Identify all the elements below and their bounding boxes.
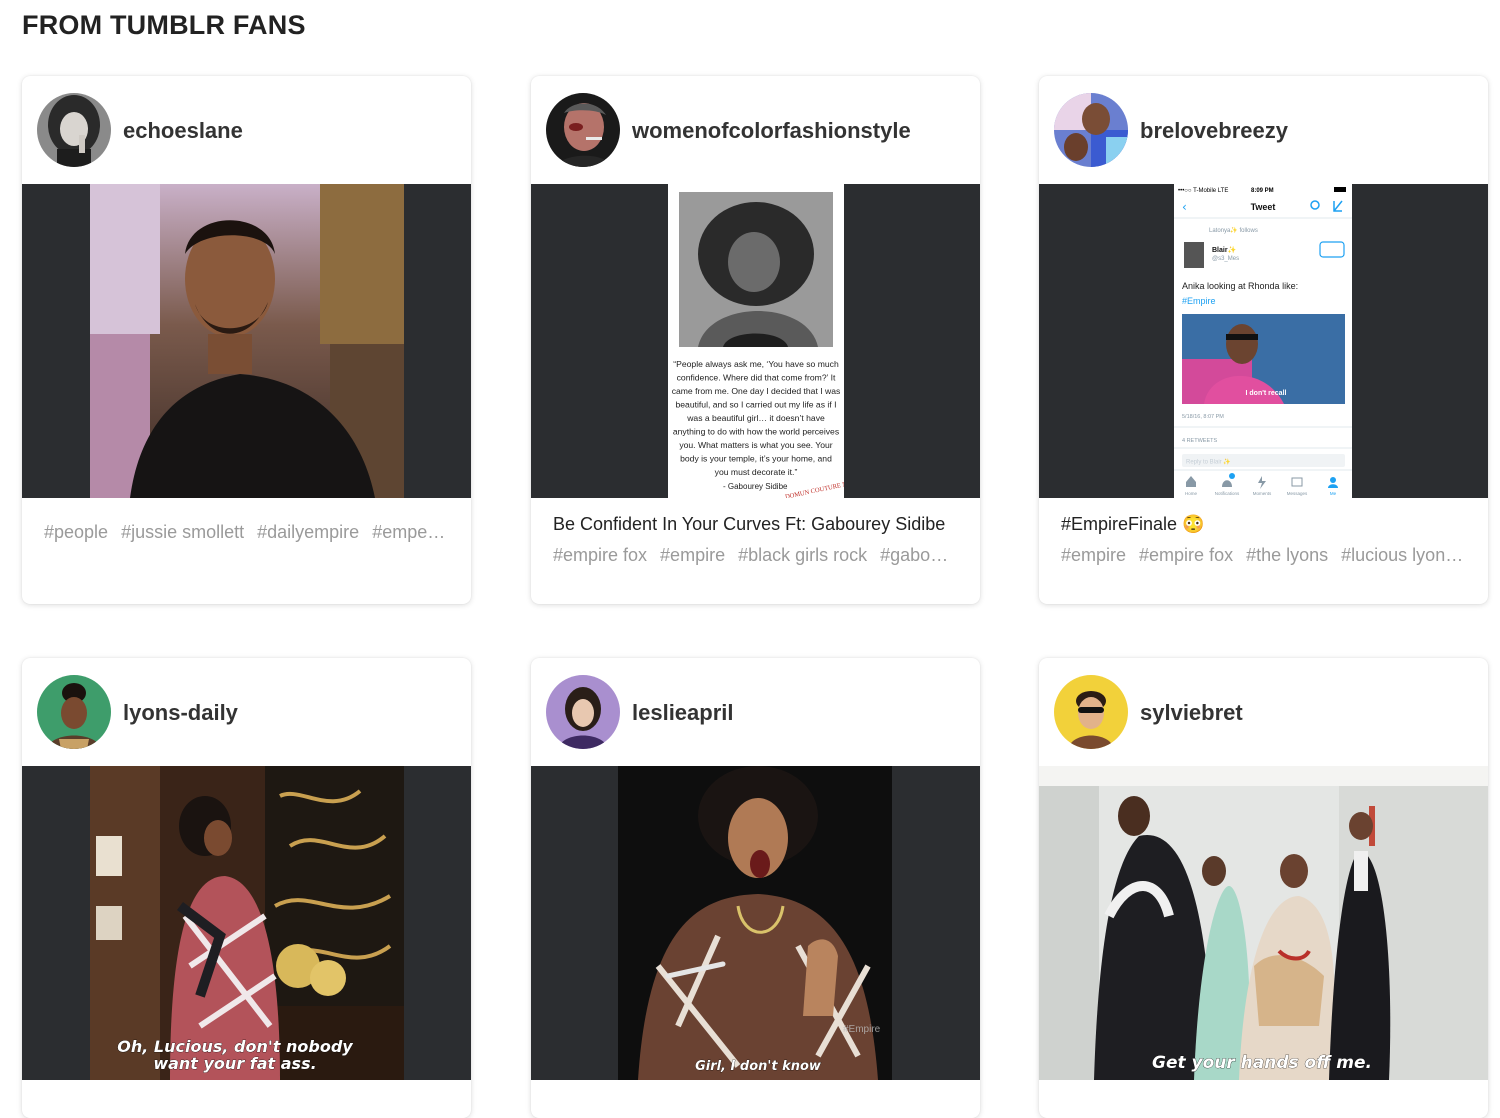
quote-text: “People always ask me, ‘You have so much… bbox=[672, 359, 841, 477]
post-gif[interactable]: Get your hands off me. bbox=[1039, 766, 1488, 1080]
post-image[interactable]: •••○○ T-Mobile LTE 8:09 PM ‹ Tweet Laton… bbox=[1039, 184, 1488, 498]
tweet-date: 5/18/16, 8:07 PM bbox=[1182, 414, 1224, 420]
avatar[interactable] bbox=[1054, 675, 1128, 749]
post-gif[interactable]: #Empire Girl, I don't know bbox=[531, 766, 980, 1080]
tag-list: #empire fox #empire #black girls rock #gabo… bbox=[553, 545, 960, 566]
tag[interactable]: #the lyons bbox=[1246, 545, 1328, 565]
section-title: FROM TUMBLR FANS bbox=[22, 10, 306, 40]
post-header: leslieapril bbox=[531, 658, 980, 766]
tag[interactable]: #dailyempire bbox=[257, 522, 359, 542]
status-time: 8:09 PM bbox=[1251, 188, 1274, 194]
post-title[interactable]: #EmpireFinale 😳 bbox=[1061, 514, 1488, 535]
tab-label[interactable]: Moments bbox=[1253, 491, 1272, 496]
tweet-hashtag[interactable]: #Empire bbox=[1182, 296, 1216, 306]
quote-line: you. What matters is what you see. Your bbox=[679, 440, 832, 450]
tag[interactable]: #lucious lyon… bbox=[1341, 545, 1463, 565]
quote-line: beautiful, and so I carried out my life … bbox=[676, 400, 837, 410]
username[interactable]: sylviebret bbox=[1140, 700, 1243, 726]
avatar[interactable] bbox=[546, 93, 620, 167]
post-title[interactable]: Be Confident In Your Curves Ft: Gabourey… bbox=[553, 514, 980, 535]
username[interactable]: womenofcolorfashionstyle bbox=[632, 118, 911, 144]
post-image[interactable] bbox=[22, 184, 471, 498]
reply-placeholder: Reply to Blair ✨ bbox=[1186, 458, 1231, 466]
tag[interactable]: #black girls rock bbox=[738, 545, 867, 565]
quote-line: you must decorate it.” bbox=[715, 467, 798, 477]
quote-line: came from me. One day I decided that I w… bbox=[672, 386, 841, 396]
post-card-leslieapril[interactable]: leslieapril #Empire Girl, I don't know bbox=[531, 658, 980, 1118]
post-card-lyons-daily[interactable]: lyons-daily Oh, Lucious, don't nobody wa… bbox=[22, 658, 471, 1118]
quote-line: anything to do with how the world percei… bbox=[673, 427, 839, 437]
tab-label[interactable]: Home bbox=[1185, 491, 1198, 496]
post-card-womenofcolorfashionstyle[interactable]: womenofcolorfashionstyle “People always … bbox=[531, 76, 980, 604]
post-card-sylviebret[interactable]: sylviebret Get your hands off me. bbox=[1039, 658, 1488, 1118]
username[interactable]: lyons-daily bbox=[123, 700, 238, 726]
tweet-author: Blair✨ bbox=[1212, 245, 1237, 254]
tag[interactable]: #people bbox=[44, 522, 108, 542]
quote-line: was a beautiful girl… it doesn’t have bbox=[686, 413, 825, 423]
tag[interactable]: #gabo… bbox=[880, 545, 948, 565]
tag[interactable]: #empire fox bbox=[553, 545, 647, 565]
quote-line: confidence. Where did that come from?’ I… bbox=[677, 373, 836, 383]
tag[interactable]: #empire fox bbox=[1139, 545, 1233, 565]
post-header: womenofcolorfashionstyle bbox=[531, 76, 980, 184]
gif-caption-line: Girl, I don't know bbox=[695, 1059, 822, 1074]
tweet-header: Tweet bbox=[1251, 202, 1276, 212]
tweet-text: Anika looking at Rhonda like: bbox=[1182, 281, 1298, 291]
post-header: sylviebret bbox=[1039, 658, 1488, 766]
tweet-handle: @s3_Mes bbox=[1212, 256, 1239, 262]
tag-list: #empire #empire fox #the lyons #lucious lyo… bbox=[1061, 545, 1468, 566]
post-header: lyons-daily bbox=[22, 658, 471, 766]
tab-label[interactable]: Me bbox=[1330, 491, 1337, 496]
avatar[interactable] bbox=[1054, 93, 1128, 167]
tag[interactable]: #jussie smollett bbox=[121, 522, 244, 542]
quote-line: body is your temple, it’s your home, and bbox=[680, 454, 832, 464]
tag[interactable]: #empe… bbox=[372, 522, 445, 542]
quote-line: “People always ask me, ‘You have so much bbox=[673, 359, 839, 369]
back-chevron-icon[interactable]: ‹ bbox=[1182, 200, 1187, 214]
post-gif[interactable]: Oh, Lucious, don't nobody want your fat … bbox=[22, 766, 471, 1080]
tag[interactable]: #empire bbox=[1061, 545, 1126, 565]
media-caption: I don't recall bbox=[1246, 390, 1287, 397]
tweet-avatar[interactable] bbox=[1184, 242, 1204, 268]
post-header: echoeslane bbox=[22, 76, 471, 184]
username[interactable]: leslieapril bbox=[632, 700, 734, 726]
tag-list: #people #jussie smollett #dailyempire #empe… bbox=[44, 522, 451, 543]
post-card-brelovebreezy[interactable]: brelovebreezy •••○○ T-Mobile LTE 8:09 PM… bbox=[1039, 76, 1488, 604]
avatar[interactable] bbox=[37, 93, 111, 167]
username[interactable]: brelovebreezy bbox=[1140, 118, 1288, 144]
tag[interactable]: #empire bbox=[660, 545, 725, 565]
username[interactable]: echoeslane bbox=[123, 118, 243, 144]
follows-note: Latonya✨ follows bbox=[1209, 226, 1258, 234]
profile-icon[interactable] bbox=[1330, 477, 1336, 483]
post-image[interactable]: “People always ask me, ‘You have so much… bbox=[531, 184, 980, 498]
retweet-count: 4 RETWEETS bbox=[1182, 438, 1217, 444]
quote-author: - Gabourey Sidibe bbox=[723, 482, 788, 491]
post-header: brelovebreezy bbox=[1039, 76, 1488, 184]
tab-label[interactable]: Messages bbox=[1287, 491, 1308, 496]
status-carrier: •••○○ T-Mobile LTE bbox=[1178, 188, 1228, 194]
tab-label[interactable]: Notifications bbox=[1215, 491, 1240, 496]
gif-caption-line: Get your hands off me. bbox=[1152, 1053, 1372, 1073]
gif-caption-line: want your fat ass. bbox=[153, 1054, 316, 1073]
post-card-echoeslane[interactable]: echoeslane #people #jussie smollett #daily… bbox=[22, 76, 471, 604]
avatar[interactable] bbox=[37, 675, 111, 749]
gif-watermark: #Empire bbox=[843, 1024, 881, 1035]
avatar[interactable] bbox=[546, 675, 620, 749]
